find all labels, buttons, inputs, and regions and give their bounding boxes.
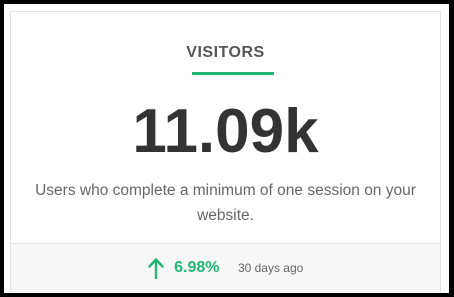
- metric-description: Users who complete a minimum of one sess…: [35, 182, 416, 224]
- card-footer: 6.98% 30 days ago: [11, 243, 440, 292]
- arrow-up-icon: [147, 257, 164, 280]
- visitors-stat-card: VISITORS 11.09k Users who complete a min…: [10, 11, 441, 292]
- change-percentage: 6.98%: [174, 259, 220, 276]
- card-title: VISITORS: [186, 44, 265, 61]
- change-period: 30 days ago: [237, 261, 304, 275]
- visitors-count: 11.09k: [132, 97, 319, 166]
- title-underline: [192, 72, 274, 75]
- change-row: 6.98% 30 days ago: [11, 257, 440, 280]
